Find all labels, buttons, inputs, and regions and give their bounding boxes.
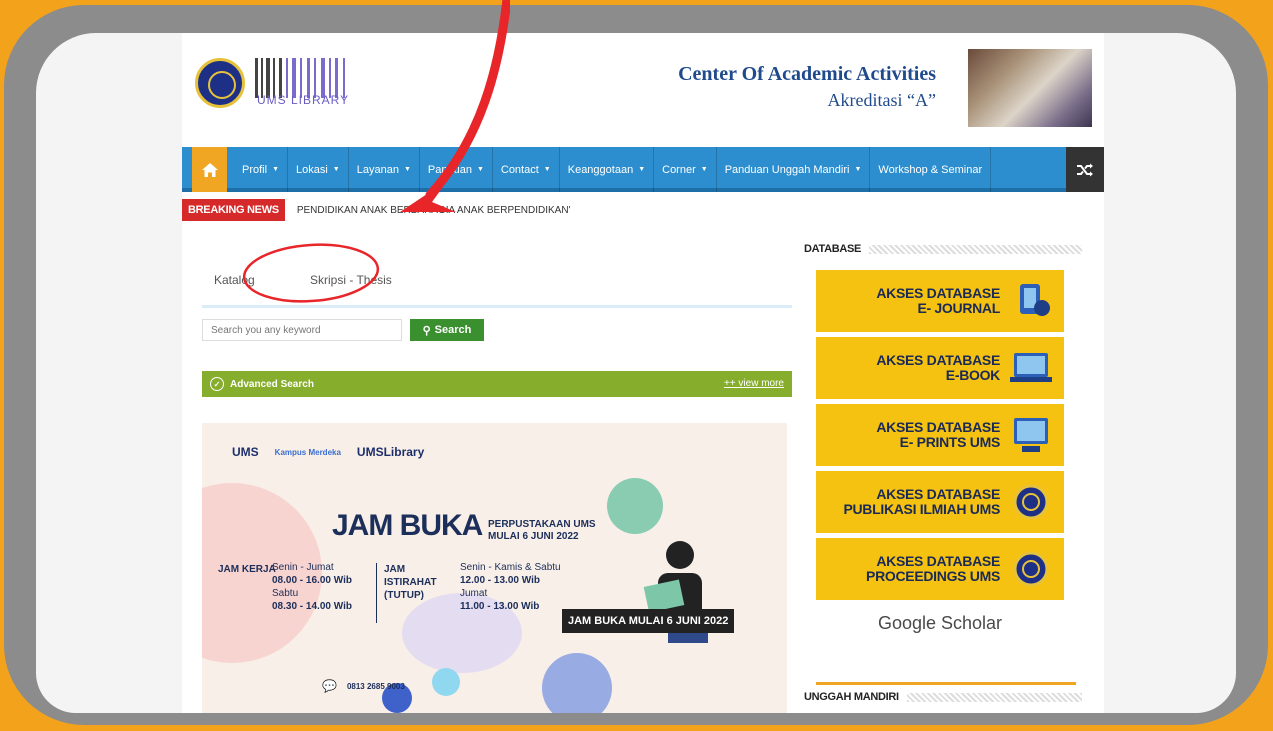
- banner-title: JAM BUKA: [332, 509, 483, 542]
- db-card-ejournal[interactable]: AKSES DATABASE E- JOURNAL: [816, 270, 1064, 332]
- db-card-ebook[interactable]: AKSES DATABASE E-BOOK: [816, 337, 1064, 399]
- nav-item-panduan-unggah-mandiri[interactable]: Panduan Unggah Mandiri ▼: [717, 147, 871, 192]
- database-cards: AKSES DATABASE E- JOURNAL AKSES DATABASE E…: [816, 270, 1076, 685]
- db-card-proceedings[interactable]: AKSES DATABASE PROCEEDINGS UMS: [816, 538, 1064, 600]
- ums-seal-icon: [1013, 484, 1049, 520]
- breaking-news-label: BREAKING NEWS: [182, 199, 285, 221]
- banner-footer: 💬 0813 2685 9003: [322, 679, 405, 693]
- nav-item-lokasi[interactable]: Lokasi ▼: [288, 147, 349, 192]
- jam-kerja-label: JAM KERJA: [218, 564, 276, 575]
- chevron-down-icon: ▼: [700, 166, 708, 173]
- chevron-down-icon: ▼: [272, 166, 279, 173]
- phone-number: 0813 2685 9003: [346, 681, 405, 691]
- istirahat-label: JAM ISTIRAHAT (TUTUP): [384, 564, 437, 601]
- sidebar: DATABASE AKSES DATABASE E- JOURNAL AKSES …: [804, 243, 1082, 713]
- header-title: Center Of Academic Activities: [678, 63, 936, 85]
- check-circle-icon: ✓: [210, 377, 224, 391]
- chevron-down-icon: ▼: [638, 166, 646, 173]
- kampus-merdeka-logo: Kampus Merdeka: [274, 447, 341, 457]
- chevron-down-icon: ▼: [543, 166, 551, 173]
- nav-item-corner[interactable]: Corner ▼: [654, 147, 717, 192]
- header-subtitle: Akreditasi “A”: [827, 90, 936, 110]
- banner-subtitle: PERPUSTAKAAN UMS MULAI 6 JUNI 2022: [488, 519, 596, 542]
- main-navbar: Profil ▼ Lokasi ▼ Layanan ▼ Panduan ▼ Contac…: [182, 147, 1104, 192]
- site-header: UMS LIBRARY Center Of Academic Activitie…: [182, 33, 1104, 147]
- home-icon: [201, 162, 218, 177]
- presentation-frame: UMS LIBRARY Center Of Academic Activitie…: [4, 5, 1268, 725]
- screenshot-area: UMS LIBRARY Center Of Academic Activitie…: [36, 33, 1236, 713]
- home-button[interactable]: [192, 147, 227, 192]
- shuffle-button[interactable]: [1066, 147, 1104, 192]
- istirahat-schedule: Senin - Kamis & Sabtu 12.00 - 13.00 Wib …: [460, 562, 561, 612]
- banner-divider: [376, 563, 377, 623]
- chat-icon: 💬: [322, 679, 337, 693]
- chevron-down-icon: ▼: [332, 166, 340, 173]
- chevron-down-icon: ▼: [854, 166, 862, 173]
- shuffle-icon: [1077, 163, 1093, 176]
- database-bottom-border: [816, 682, 1076, 685]
- nav-item-profil[interactable]: Profil ▼: [234, 147, 288, 192]
- umslibrary-logo: UMSLibrary: [356, 445, 425, 459]
- search-icon: ⚲: [422, 324, 431, 337]
- header-photo: [968, 49, 1092, 127]
- library-logo-text: UMS LIBRARY: [257, 93, 350, 107]
- breaking-news-bar: BREAKING NEWS PENDIDIKAN ANAK BERBAHAGIA…: [182, 197, 1104, 223]
- banner-caption: JAM BUKA MULAI 6 JUNI 2022: [562, 609, 735, 633]
- jam-kerja-schedule: Senin - Jumat 08.00 - 16.00 Wib Sabtu 08…: [272, 562, 352, 612]
- unggah-mandiri-section-title: UNGGAH MANDIRI: [804, 691, 1082, 703]
- annotation-arrow: [400, 0, 510, 212]
- banner-logos: UMS Kampus Merdeka UMSLibrary: [232, 445, 424, 459]
- view-more-link[interactable]: ++ view more: [724, 378, 784, 389]
- ebook-icon: [1010, 353, 1052, 382]
- opening-hours-banner[interactable]: UMS Kampus Merdeka UMSLibrary JAM BUKA P…: [202, 423, 787, 713]
- advanced-search-label: Advanced Search: [230, 378, 314, 390]
- google-scholar-link[interactable]: Google Scholar: [816, 608, 1064, 638]
- journal-icon: [1020, 284, 1050, 316]
- search-button[interactable]: ⚲ Search: [410, 319, 484, 341]
- ums-logo: UMS: [232, 445, 259, 459]
- ums-seal-logo[interactable]: [195, 58, 245, 108]
- advanced-search-bar[interactable]: ✓ Advanced Search ++ view more: [202, 371, 792, 397]
- eprints-icon: [1014, 418, 1048, 452]
- search-input[interactable]: [202, 319, 402, 341]
- nav-item-workshop-seminar[interactable]: Workshop & Seminar: [870, 147, 992, 192]
- database-section-title: DATABASE: [804, 243, 1082, 255]
- annotation-circle: [242, 243, 380, 303]
- library-page: UMS LIBRARY Center Of Academic Activitie…: [182, 33, 1104, 713]
- db-card-eprints[interactable]: AKSES DATABASE E- PRINTS UMS: [816, 404, 1064, 466]
- nav-item-keanggotaan[interactable]: Keanggotaan ▼: [560, 147, 655, 192]
- ums-seal-icon: [1013, 551, 1049, 587]
- db-card-publikasi-ilmiah[interactable]: AKSES DATABASE PUBLIKASI ILMIAH UMS: [816, 471, 1064, 533]
